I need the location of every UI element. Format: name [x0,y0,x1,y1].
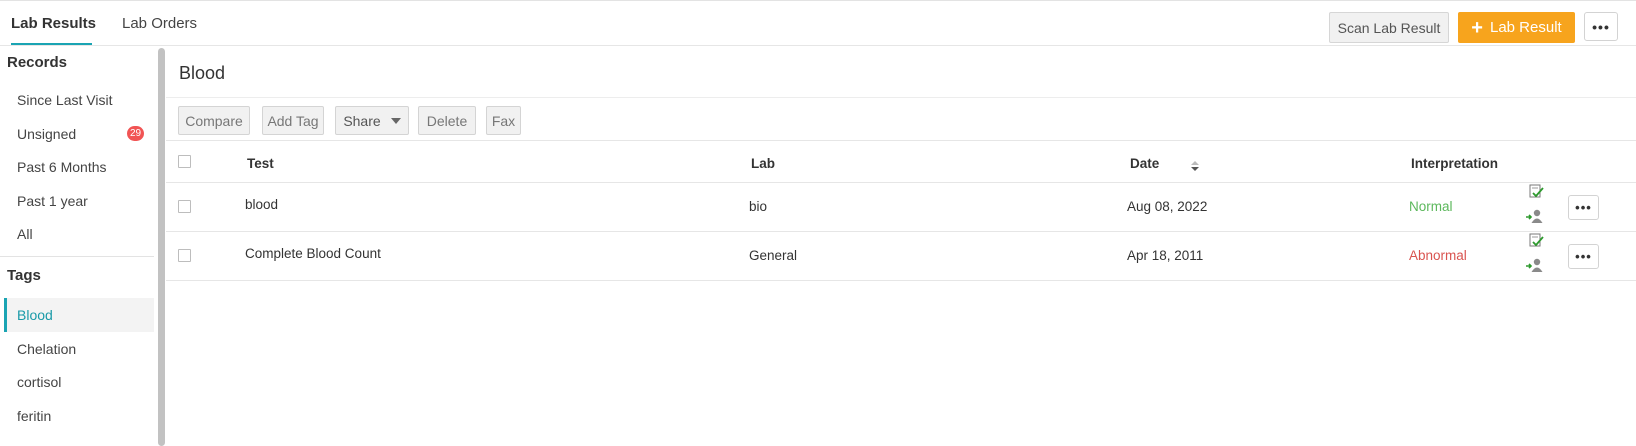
row-checkbox[interactable] [178,249,191,262]
row-date: Aug 08, 2022 [1127,199,1208,214]
assign-user-icon[interactable] [1525,208,1543,224]
table-top-border [166,140,1636,141]
tab-lab-orders[interactable]: Lab Orders [122,15,197,32]
row-test-name[interactable]: blood [245,197,278,212]
top-bar: Lab Results Lab Orders Scan Lab Result +… [0,0,1636,46]
select-all-checkbox[interactable] [178,155,191,168]
row-divider [166,231,1636,232]
compare-label: Compare [185,112,243,129]
more-options-button[interactable]: ••• [1584,12,1618,41]
add-lab-result-button[interactable]: + Lab Result [1458,12,1575,43]
sidebar-item-label: Unsigned [17,126,77,142]
sidebar-tag-cortisol[interactable]: cortisol [4,365,154,399]
add-tag-label: Add Tag [267,112,319,129]
sidebar-item-label: Past 1 year [17,193,88,209]
row-lab: bio [749,199,768,214]
tab-lab-results[interactable]: Lab Results [11,15,96,32]
share-dropdown[interactable]: Share [335,106,409,135]
more-icon: ••• [1592,18,1610,35]
row-checkbox[interactable] [178,200,191,213]
column-header-date[interactable]: Date [1130,156,1159,171]
row-interpretation: Abnormal [1409,248,1467,263]
sidebar-item-unsigned[interactable]: Unsigned 29 [4,117,154,151]
scan-lab-result-label: Scan Lab Result [1337,19,1441,36]
row-more-button[interactable]: ••• [1568,195,1599,220]
row-more-button[interactable]: ••• [1568,244,1599,269]
row-lab: General [749,248,798,263]
add-lab-result-label: Lab Result [1489,19,1562,36]
delete-label: Delete [426,112,468,129]
add-tag-button[interactable]: Add Tag [262,106,324,135]
sidebar-tag-feritin[interactable]: feritin [4,399,154,433]
tags-heading: Tags [7,267,41,284]
row-date: Apr 18, 2011 [1127,248,1204,263]
signed-document-icon[interactable] [1527,184,1545,200]
column-header-test[interactable]: Test [247,156,274,171]
row-test-name[interactable]: Complete Blood Count [245,246,381,261]
sidebar-item-label: Blood [17,307,53,323]
assign-user-icon[interactable] [1525,257,1543,273]
more-icon: ••• [1575,200,1592,215]
page-title: Blood [179,63,226,83]
caret-down-icon [390,117,401,124]
fax-label: Fax [491,112,516,129]
records-heading: Records [7,54,68,71]
sidebar-item-label: Past 6 Months [17,159,107,175]
sidebar-item-label: feritin [17,408,52,424]
sidebar: Records Since Last Visit Unsigned 29 Pas… [0,46,154,446]
delete-button[interactable]: Delete [418,106,476,135]
header-bottom-border [166,182,1636,183]
title-divider [166,97,1636,98]
row-divider [166,280,1636,281]
sidebar-item-label: All [17,226,33,242]
sidebar-item-past-6-months[interactable]: Past 6 Months [4,150,154,184]
sidebar-item-label: cortisol [17,374,62,390]
signed-document-icon[interactable] [1527,233,1545,249]
fax-button[interactable]: Fax [486,106,521,135]
share-label: Share [343,112,381,129]
unsigned-count-badge: 29 [127,126,145,141]
sidebar-item-all[interactable]: All [4,217,154,251]
sidebar-divider [0,256,154,257]
compare-button[interactable]: Compare [178,106,250,135]
sidebar-item-label: Since Last Visit [17,92,113,108]
sidebar-tag-chelation[interactable]: Chelation [4,332,154,366]
more-icon: ••• [1575,249,1592,264]
column-header-interpretation[interactable]: Interpretation [1411,156,1498,171]
column-header-lab[interactable]: Lab [751,156,775,171]
plus-icon: + [1471,16,1483,39]
sidebar-item-label: Chelation [17,341,77,357]
sidebar-item-past-1-year[interactable]: Past 1 year [4,184,154,218]
scan-lab-result-button[interactable]: Scan Lab Result [1329,12,1449,43]
sidebar-item-since-last-visit[interactable]: Since Last Visit [4,83,154,117]
row-interpretation: Normal [1409,199,1453,214]
sidebar-scrollbar[interactable] [158,48,165,446]
active-tab-indicator [11,43,92,45]
sidebar-tag-blood[interactable]: Blood [4,298,154,332]
sort-icon[interactable] [1190,160,1200,172]
